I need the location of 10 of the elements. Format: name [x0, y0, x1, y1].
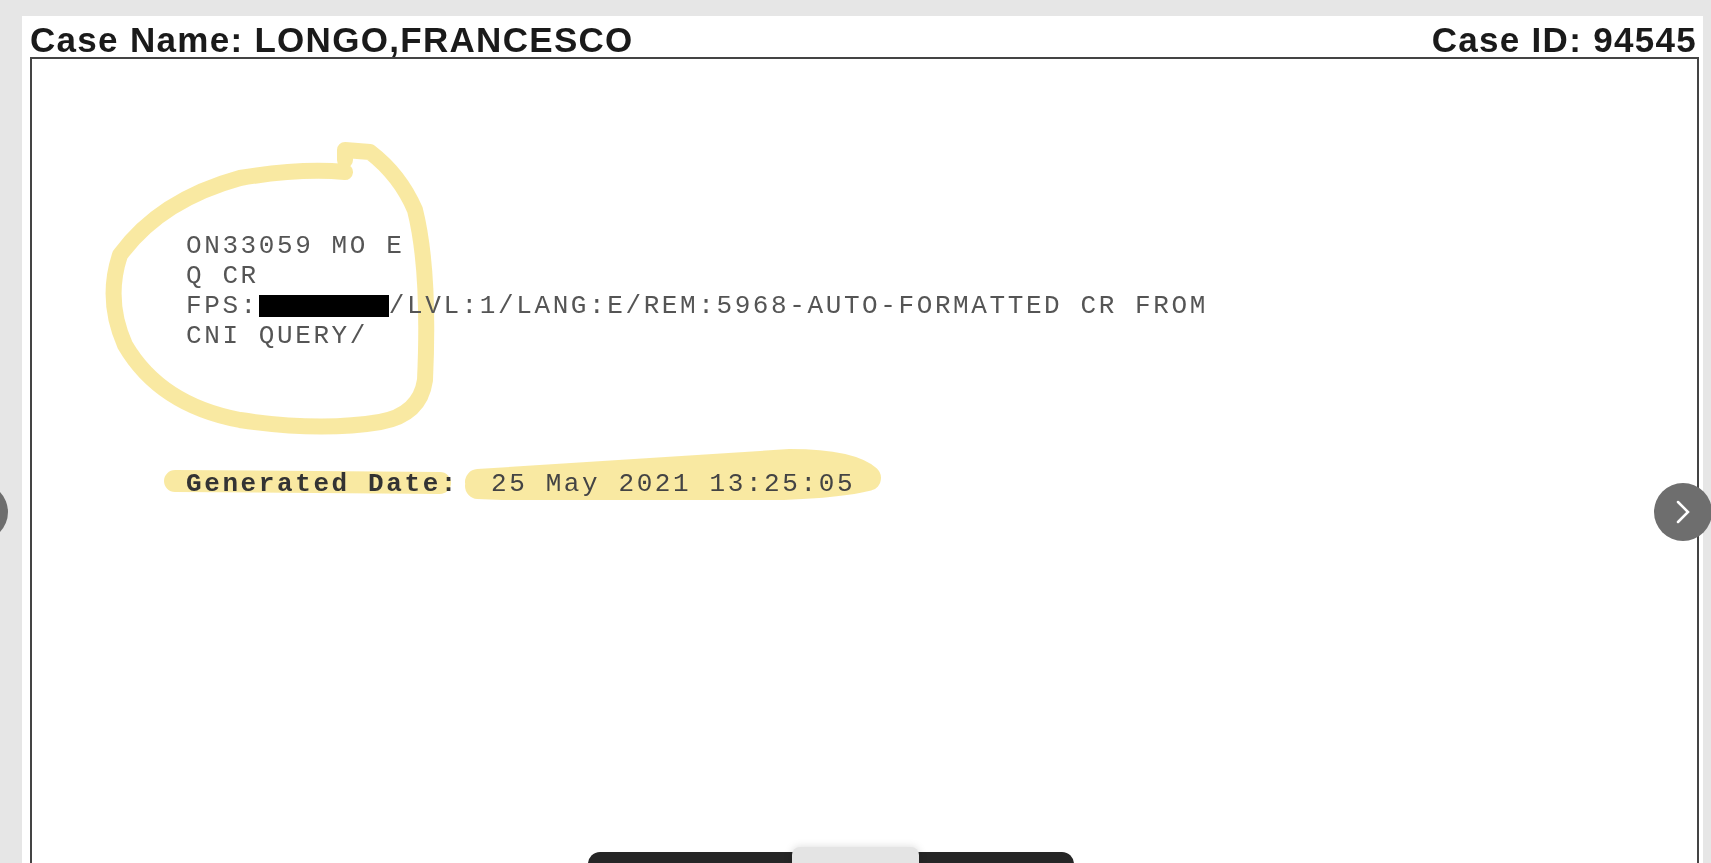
generated-date-value: 25 May 2021 13:25:05	[491, 469, 856, 499]
case-id: Case ID: 94545	[1431, 22, 1697, 57]
generated-date-label: Generated Date:	[186, 469, 460, 499]
document-text: CNI QUERY/	[186, 321, 369, 351]
document-text: Q CR	[186, 261, 259, 291]
document-text: FPS:	[186, 291, 259, 321]
document-text: /LVL:1/LANG:E/REM:5968-AUTO-FORMATTED CR FROM	[388, 291, 1208, 321]
chevron-right-icon	[1676, 500, 1690, 524]
case-name: Case Name: LONGO,FRANCESCO	[30, 22, 634, 57]
document-text: ON33059 MO E	[186, 231, 405, 261]
